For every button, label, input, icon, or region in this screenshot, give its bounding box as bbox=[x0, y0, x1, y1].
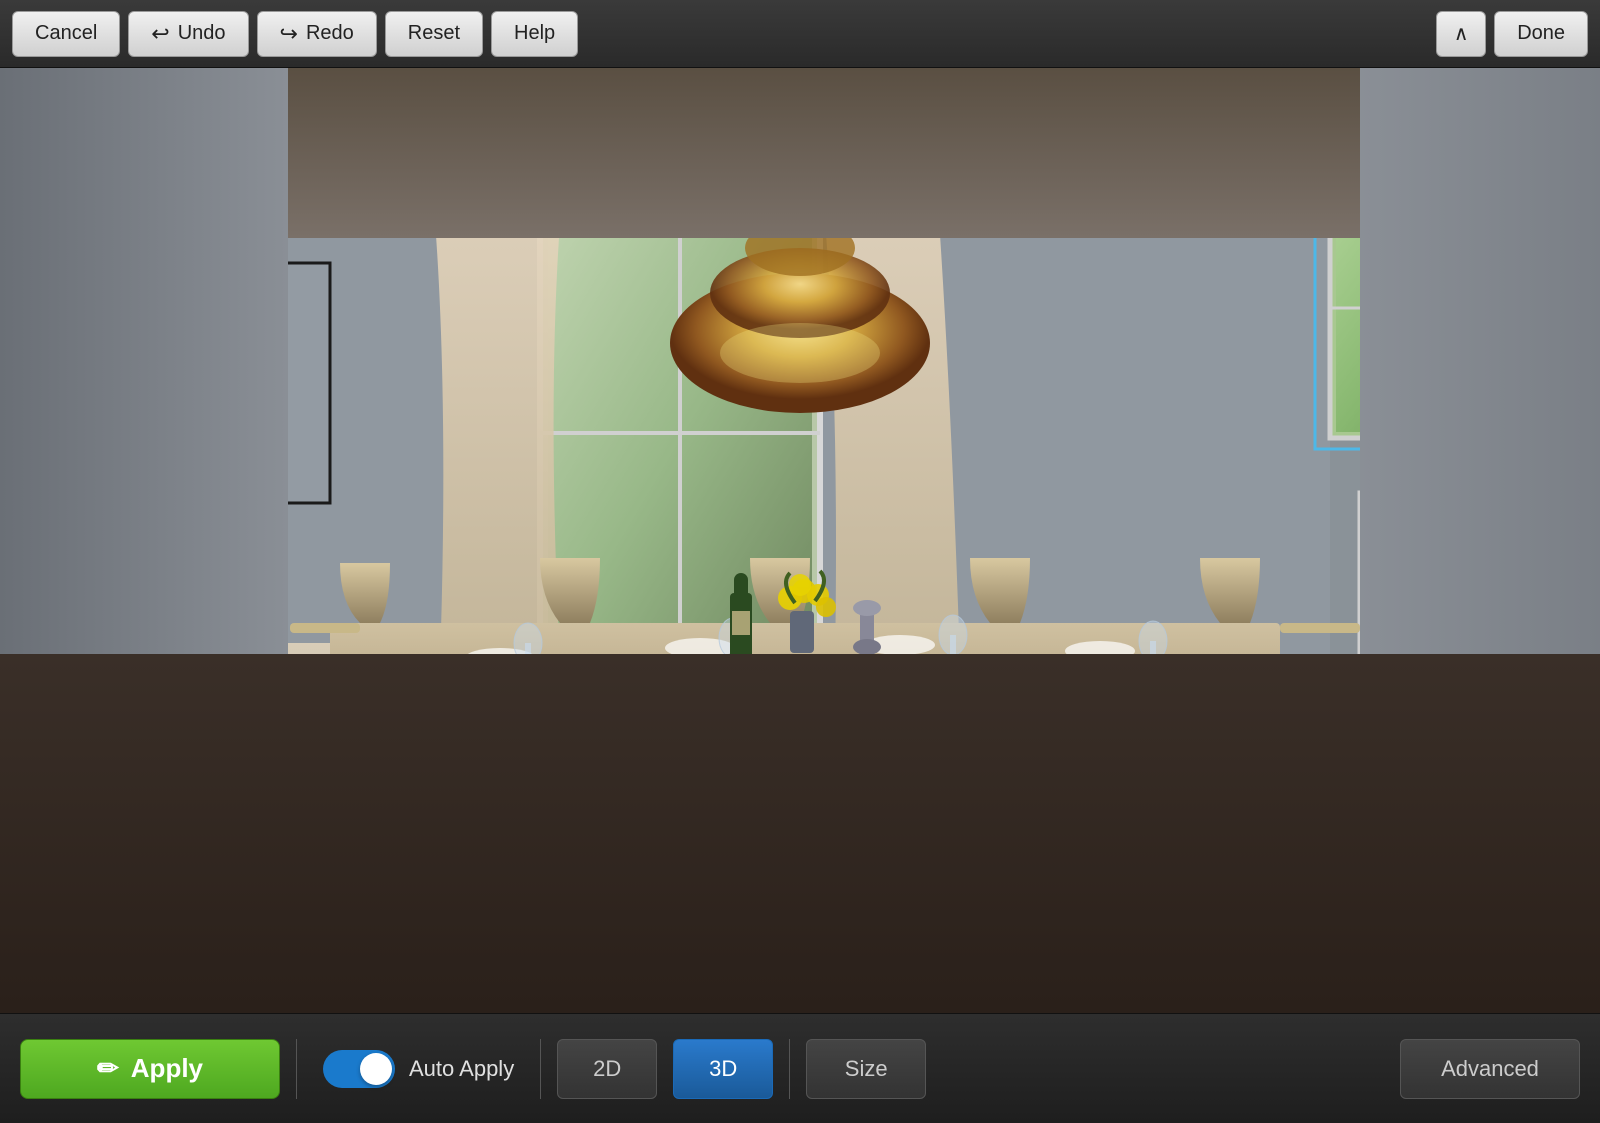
toggle-knob bbox=[360, 1053, 392, 1085]
room-viewport[interactable] bbox=[0, 68, 1600, 1013]
help-label: Help bbox=[514, 22, 555, 45]
view-2d-label: 2D bbox=[593, 1056, 621, 1082]
size-label: Size bbox=[845, 1056, 888, 1082]
reset-button[interactable]: Reset bbox=[385, 11, 483, 57]
divider-1 bbox=[296, 1039, 297, 1099]
auto-apply-toggle[interactable] bbox=[323, 1050, 395, 1088]
reset-label: Reset bbox=[408, 22, 460, 45]
auto-apply-label: Auto Apply bbox=[409, 1056, 514, 1082]
collapse-button[interactable]: ∧ bbox=[1436, 11, 1486, 57]
divider-2 bbox=[540, 1039, 541, 1099]
advanced-button[interactable]: Advanced bbox=[1400, 1039, 1580, 1099]
view-3d-label: 3D bbox=[709, 1056, 737, 1082]
redo-icon: ↪ bbox=[280, 21, 298, 47]
paint-icon: ✏ bbox=[97, 1053, 119, 1084]
apply-label: Apply bbox=[131, 1053, 203, 1084]
view-3d-button[interactable]: 3D bbox=[673, 1039, 773, 1099]
top-toolbar: Cancel ↩ Undo ↪ Redo Reset Help ∧ Done bbox=[0, 0, 1600, 68]
size-button[interactable]: Size bbox=[806, 1039, 926, 1099]
done-button[interactable]: Done bbox=[1494, 11, 1588, 57]
cancel-button[interactable]: Cancel bbox=[12, 11, 120, 57]
help-button[interactable]: Help bbox=[491, 11, 578, 57]
divider-3 bbox=[789, 1039, 790, 1099]
redo-label: Redo bbox=[306, 22, 354, 45]
floor bbox=[0, 654, 1600, 1013]
undo-icon: ↩ bbox=[151, 21, 169, 47]
redo-button[interactable]: ↪ Redo bbox=[257, 11, 377, 57]
bottom-toolbar: ✏ Apply Auto Apply 2D 3D Size Advanced bbox=[0, 1013, 1600, 1123]
auto-apply-section: Auto Apply bbox=[313, 1050, 524, 1088]
apply-button[interactable]: ✏ Apply bbox=[20, 1039, 280, 1099]
room-scene bbox=[0, 68, 1600, 1013]
undo-label: Undo bbox=[178, 22, 226, 45]
collapse-icon: ∧ bbox=[1454, 21, 1469, 46]
done-label: Done bbox=[1517, 22, 1565, 45]
cancel-label: Cancel bbox=[35, 22, 97, 45]
view-2d-button[interactable]: 2D bbox=[557, 1039, 657, 1099]
undo-button[interactable]: ↩ Undo bbox=[128, 11, 248, 57]
advanced-label: Advanced bbox=[1441, 1056, 1539, 1082]
